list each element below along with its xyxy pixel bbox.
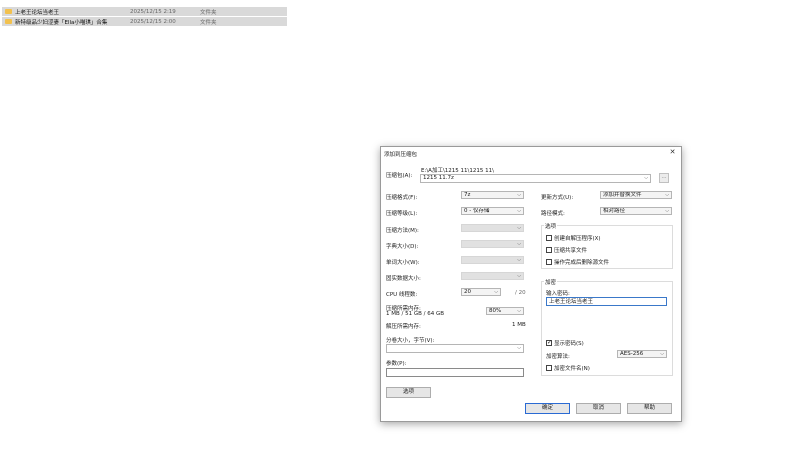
chevron-down-icon: ⌵ (517, 308, 521, 314)
shared-files-checkbox-label: 压缩共享文件 (554, 248, 588, 254)
chevron-down-icon: ⌵ (517, 225, 521, 231)
params-input[interactable] (386, 368, 524, 377)
word-label: 单词大小(W): (386, 260, 420, 266)
path-mode-select[interactable]: 相对路径 ⌵ (600, 207, 672, 215)
chevron-down-icon: ⌵ (665, 192, 669, 198)
ok-button[interactable]: 确定 (525, 403, 570, 414)
file-row[interactable]: 新特级品少妇涩妻「Ella小喵琪」合集 2025/12/15 2:00 文件夹 (2, 17, 287, 26)
threads-max: / 20 (515, 290, 526, 296)
chevron-down-icon: ⌵ (517, 345, 521, 351)
file-name: 上老王论坛当老王 (15, 9, 60, 16)
update-label: 更新方式(U): (541, 195, 574, 201)
checkbox-box[interactable] (546, 247, 552, 253)
method-label: 压缩方法(M): (386, 228, 419, 234)
checkbox-box[interactable] (546, 365, 552, 371)
file-name: 新特级品少妇涩妻「Ella小喵琪」合集 (15, 19, 108, 26)
split-label: 分卷大小，字节(V): (386, 338, 435, 344)
level-value: 0 - 仅存储 (464, 208, 490, 214)
archive-name-value: 1215 11.7z (423, 175, 454, 181)
params-label: 参数(P): (386, 361, 407, 367)
folder-icon (5, 9, 12, 14)
chevron-down-icon: ⌵ (517, 241, 521, 247)
word-select: ⌵ (461, 256, 524, 264)
format-select[interactable]: 7z ⌵ (461, 191, 524, 199)
encryption-method-select[interactable]: AES-256 ⌵ (617, 350, 667, 358)
sfx-checkbox[interactable]: 创建自解压程序(X) (546, 234, 601, 242)
chevron-down-icon: ⌵ (517, 273, 521, 279)
dict-label: 字典大小(D): (386, 244, 419, 250)
threads-value: 20 (464, 289, 471, 295)
solid-label: 固实数据大小: (386, 276, 421, 282)
delete-after-checkbox[interactable]: 操作完成后删除源文件 (546, 258, 609, 266)
password-label: 输入密码: (546, 291, 570, 297)
browse-button[interactable]: ... (659, 173, 669, 183)
split-combo[interactable]: ⌵ (386, 344, 524, 353)
path-mode-value: 相对路径 (603, 208, 626, 214)
chevron-down-icon: ⌵ (517, 192, 521, 198)
threads-label: CPU 线程数: (386, 292, 418, 298)
level-label: 压缩等级(L): (386, 211, 418, 217)
dialog-title: 添加到压缩包 (384, 152, 418, 158)
mem-decomp-label: 解压所需内存: (386, 324, 421, 330)
encryption-group-title: 加密 (544, 278, 558, 286)
encrypt-names-label: 加密文件名(N) (554, 366, 590, 372)
file-type: 文件夹 (200, 19, 217, 26)
path-mode-label: 路径模式: (541, 211, 565, 217)
encryption-method-value: AES-256 (620, 351, 644, 357)
mem-comp-value: 80% (489, 308, 502, 314)
update-select[interactable]: 添加并替换文件 ⌵ (600, 191, 672, 199)
shared-files-checkbox[interactable]: 压缩共享文件 (546, 246, 587, 254)
sfx-checkbox-label: 创建自解压程序(X) (554, 236, 601, 242)
archive-label: 压缩包(A): (386, 173, 413, 179)
chevron-down-icon: ⌵ (517, 208, 521, 214)
password-value: 上老王论坛当老王 (549, 299, 594, 305)
mem-comp-detail: 1 MB / 51 GB / 64 GB (386, 311, 445, 317)
mem-decomp-value: 1 MB (512, 322, 526, 328)
chevron-down-icon: ⌵ (660, 351, 664, 357)
encryption-method-label: 加密算法: (546, 354, 570, 360)
solid-select: ⌵ (461, 272, 524, 280)
format-value: 7z (464, 192, 471, 198)
file-type: 文件夹 (200, 9, 217, 16)
file-row[interactable]: 上老王论坛当老王 2025/12/15 2:19 文件夹 (2, 7, 287, 16)
archive-name-combo[interactable]: 1215 11.7z ⌵ (420, 174, 651, 183)
cancel-button[interactable]: 取消 (576, 403, 621, 414)
checkbox-box[interactable] (546, 235, 552, 241)
chevron-down-icon: ⌵ (665, 208, 669, 214)
add-to-archive-dialog: 添加到压缩包 ✕ 压缩包(A): E:\A加工\1215 11\1215 11\… (380, 146, 682, 422)
chevron-down-icon: ⌵ (644, 175, 648, 181)
chevron-down-icon: ⌵ (517, 257, 521, 263)
options-button[interactable]: 选项 (386, 387, 431, 398)
folder-icon (5, 19, 12, 24)
dialog-titlebar[interactable]: 添加到压缩包 ✕ (381, 147, 681, 159)
dict-select: ⌵ (461, 240, 524, 248)
checkbox-box[interactable] (546, 259, 552, 265)
password-input[interactable]: 上老王论坛当老王 (546, 297, 667, 306)
help-button[interactable]: 帮助 (627, 403, 672, 414)
mem-comp-select[interactable]: 80% ⌵ (486, 307, 524, 315)
show-password-label: 显示密码(S) (554, 341, 584, 347)
encrypt-names-checkbox[interactable]: 加密文件名(N) (546, 364, 590, 372)
level-select[interactable]: 0 - 仅存储 ⌵ (461, 207, 524, 215)
options-group-title: 选项 (544, 222, 558, 230)
update-value: 添加并替换文件 (603, 192, 642, 198)
show-password-checkbox[interactable]: 显示密码(S) (546, 339, 584, 347)
threads-select[interactable]: 20 ⌵ (461, 288, 501, 296)
checkbox-box-checked[interactable] (546, 339, 552, 346)
file-date: 2025/12/15 2:19 (130, 8, 176, 15)
delete-after-checkbox-label: 操作完成后删除源文件 (554, 260, 610, 266)
archive-path-hint: E:\A加工\1215 11\1215 11\ (421, 168, 494, 174)
chevron-down-icon: ⌵ (494, 289, 498, 295)
method-select: ⌵ (461, 224, 524, 232)
file-date: 2025/12/15 2:00 (130, 18, 176, 25)
file-list: 上老王论坛当老王 2025/12/15 2:19 文件夹 新特级品少妇涩妻「El… (2, 7, 287, 27)
format-label: 压缩格式(F): (386, 195, 418, 201)
close-icon[interactable]: ✕ (668, 148, 677, 157)
